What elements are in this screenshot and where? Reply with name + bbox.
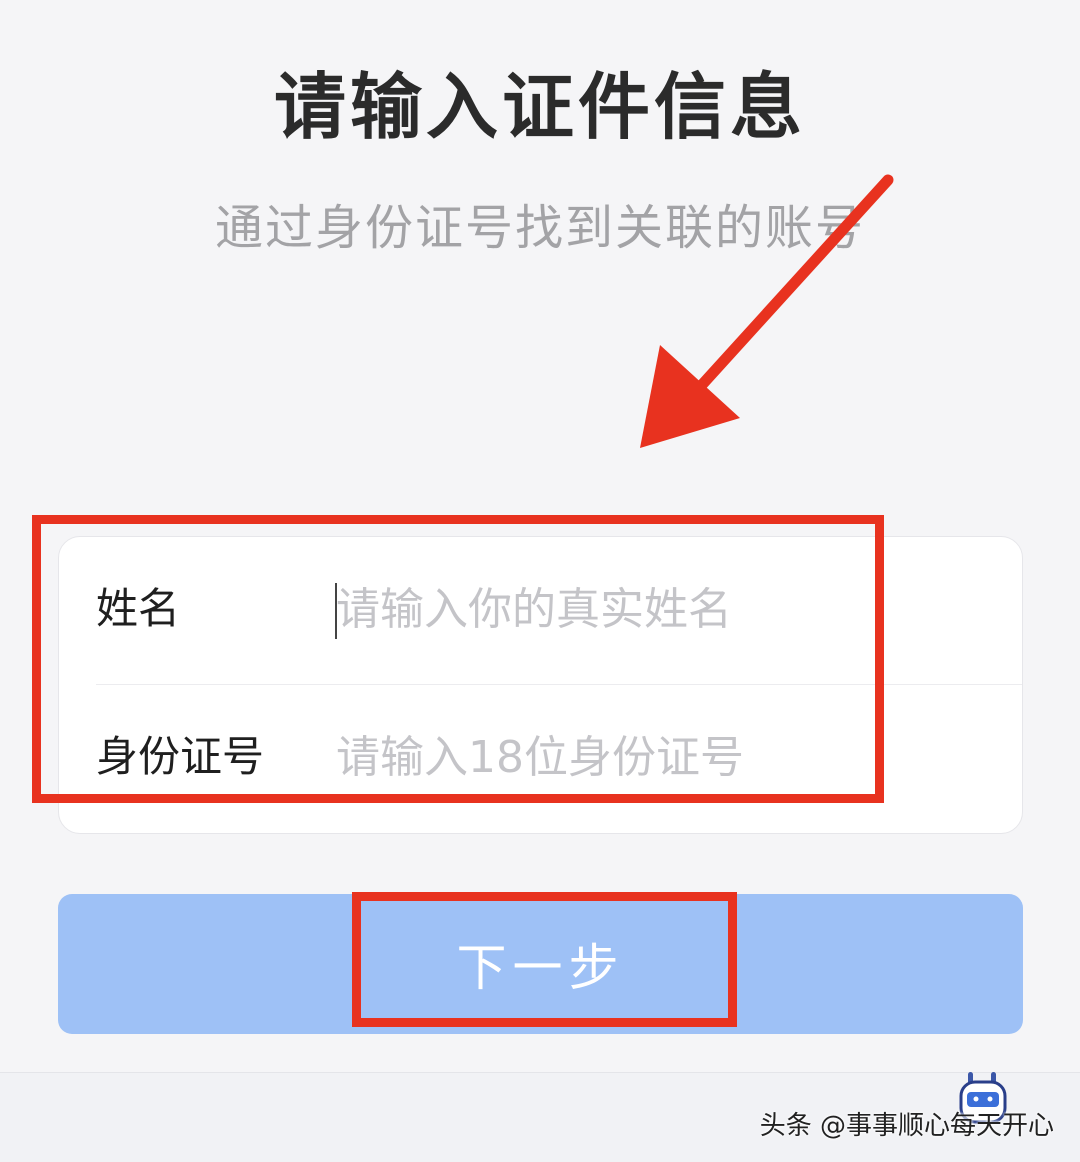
name-label: 姓名: [96, 584, 181, 633]
id-number-label: 身份证号: [96, 732, 265, 781]
id-number-row: 身份证号: [59, 687, 1022, 827]
watermark-text: 头条 @事事顺心每天开心: [759, 1111, 1054, 1141]
page-subtitle: 通过身份证号找到关联的账号: [214, 200, 865, 256]
name-input[interactable]: [336, 577, 976, 641]
row-divider: [96, 684, 1022, 685]
name-row: 姓名: [59, 537, 1022, 677]
id-number-input[interactable]: [336, 725, 976, 789]
id-form-card: 姓名 身份证号: [58, 536, 1023, 834]
next-step-button[interactable]: 下一步: [58, 894, 1023, 1034]
page-title: 请输入证件信息: [273, 65, 806, 149]
